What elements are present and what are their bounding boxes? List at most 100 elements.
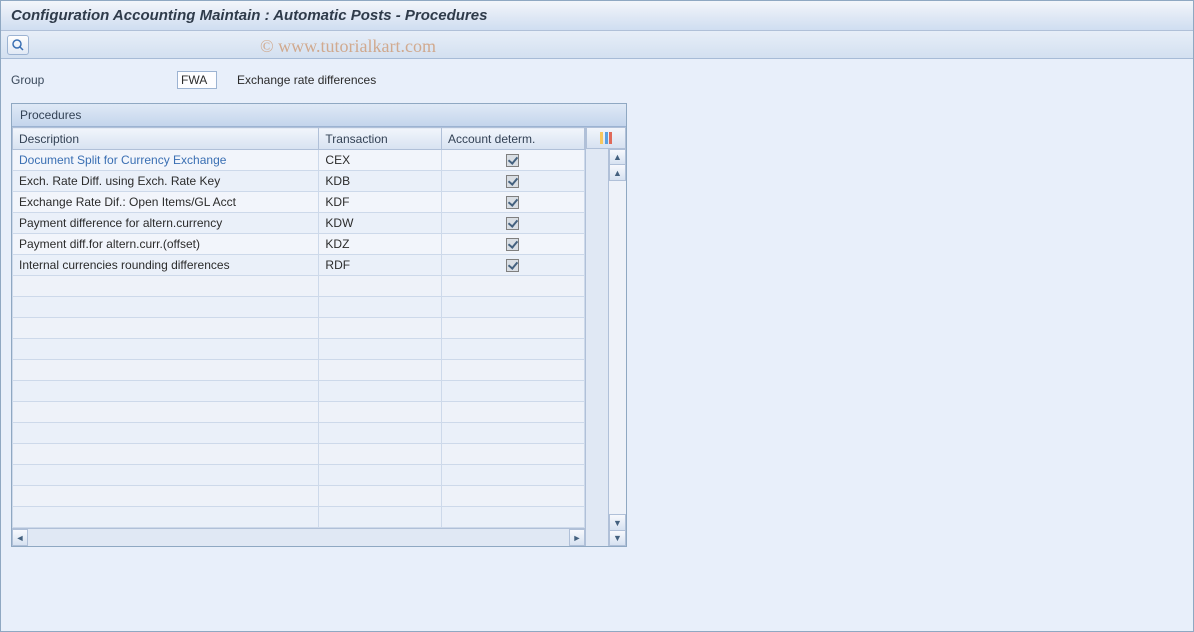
table-row[interactable] xyxy=(13,360,585,381)
table-row[interactable]: Payment difference for altern.currencyKD… xyxy=(13,213,585,234)
cell-account-determ[interactable] xyxy=(441,192,584,213)
table-row[interactable]: Exch. Rate Diff. using Exch. Rate KeyKDB xyxy=(13,171,585,192)
cell-account-determ[interactable] xyxy=(441,150,584,171)
procedures-table: Description Transaction Account determ. … xyxy=(12,127,585,528)
detail-view-button[interactable] xyxy=(7,35,29,55)
table-row[interactable]: Internal currencies rounding differences… xyxy=(13,255,585,276)
cell-empty xyxy=(441,360,584,381)
cell-empty xyxy=(13,402,319,423)
cell-transaction: KDF xyxy=(319,192,442,213)
cell-empty xyxy=(441,297,584,318)
cell-empty xyxy=(13,276,319,297)
cell-empty xyxy=(319,297,442,318)
cell-transaction: RDF xyxy=(319,255,442,276)
cell-account-determ[interactable] xyxy=(441,171,584,192)
vertical-scrollbar[interactable]: ▲ ▲ ▼ ▼ xyxy=(608,149,626,546)
cell-transaction: KDZ xyxy=(319,234,442,255)
table-row[interactable] xyxy=(13,465,585,486)
cell-empty xyxy=(13,423,319,444)
cell-empty xyxy=(319,276,442,297)
cell-empty xyxy=(319,318,442,339)
table-row[interactable]: Document Split for Currency ExchangeCEX xyxy=(13,150,585,171)
scroll-left-icon[interactable]: ◄ xyxy=(12,529,28,546)
cell-account-determ[interactable] xyxy=(441,213,584,234)
cell-empty xyxy=(319,360,442,381)
cell-description[interactable]: Payment diff.for altern.curr.(offset) xyxy=(13,234,319,255)
cell-description[interactable]: Exchange Rate Dif.: Open Items/GL Acct xyxy=(13,192,319,213)
cell-empty xyxy=(319,444,442,465)
cell-description[interactable]: Internal currencies rounding differences xyxy=(13,255,319,276)
cell-empty xyxy=(319,507,442,528)
cell-description[interactable]: Exch. Rate Diff. using Exch. Rate Key xyxy=(13,171,319,192)
cell-description[interactable]: Payment difference for altern.currency xyxy=(13,213,319,234)
cell-empty xyxy=(441,276,584,297)
table-settings-button[interactable] xyxy=(586,127,626,149)
checkbox-checked-icon[interactable] xyxy=(506,196,519,209)
horizontal-scrollbar[interactable]: ◄ ► xyxy=(12,528,585,546)
cell-empty xyxy=(441,339,584,360)
cell-empty xyxy=(441,423,584,444)
toolbar xyxy=(1,31,1193,59)
cell-transaction: CEX xyxy=(319,150,442,171)
checkbox-checked-icon[interactable] xyxy=(506,175,519,188)
scroll-right-icon[interactable]: ► xyxy=(569,529,585,546)
table-row[interactable] xyxy=(13,423,585,444)
cell-account-determ[interactable] xyxy=(441,255,584,276)
cell-empty xyxy=(13,465,319,486)
cell-empty xyxy=(441,486,584,507)
table-row[interactable] xyxy=(13,318,585,339)
cell-empty xyxy=(441,318,584,339)
cell-empty xyxy=(13,360,319,381)
checkbox-checked-icon[interactable] xyxy=(506,217,519,230)
cell-empty xyxy=(441,402,584,423)
table-row[interactable] xyxy=(13,507,585,528)
checkbox-checked-icon[interactable] xyxy=(506,259,519,272)
cell-empty xyxy=(319,486,442,507)
cell-empty xyxy=(13,486,319,507)
col-header-description[interactable]: Description xyxy=(13,128,319,150)
cell-empty xyxy=(441,465,584,486)
title-bar: Configuration Accounting Maintain : Auto… xyxy=(1,1,1193,31)
cell-empty xyxy=(13,381,319,402)
scroll-up2-icon[interactable]: ▲ xyxy=(609,165,626,181)
group-description: Exchange rate differences xyxy=(237,73,376,87)
cell-empty xyxy=(441,507,584,528)
table-settings-icon xyxy=(600,132,612,144)
table-row[interactable] xyxy=(13,339,585,360)
group-input[interactable] xyxy=(177,71,217,89)
cell-empty xyxy=(13,507,319,528)
cell-empty xyxy=(441,444,584,465)
table-row[interactable] xyxy=(13,297,585,318)
checkbox-checked-icon[interactable] xyxy=(506,238,519,251)
cell-transaction: KDB xyxy=(319,171,442,192)
panel-title: Procedures xyxy=(12,104,626,127)
cell-empty xyxy=(319,465,442,486)
group-row: Group Exchange rate differences xyxy=(1,59,1193,97)
procedures-panel: Procedures Description Transaction Accou… xyxy=(11,103,627,547)
cell-empty xyxy=(319,339,442,360)
cell-empty xyxy=(441,381,584,402)
scroll-down-icon[interactable]: ▼ xyxy=(609,530,626,546)
col-header-transaction[interactable]: Transaction xyxy=(319,128,442,150)
col-header-account-determ[interactable]: Account determ. xyxy=(441,128,584,150)
scroll-up-icon[interactable]: ▲ xyxy=(609,149,626,165)
cell-empty xyxy=(319,402,442,423)
cell-account-determ[interactable] xyxy=(441,234,584,255)
table-row[interactable] xyxy=(13,486,585,507)
table-row[interactable]: Payment diff.for altern.curr.(offset)KDZ xyxy=(13,234,585,255)
scroll-down2-icon[interactable]: ▼ xyxy=(609,514,626,530)
cell-empty xyxy=(13,339,319,360)
cell-empty xyxy=(319,423,442,444)
table-row[interactable] xyxy=(13,276,585,297)
cell-transaction: KDW xyxy=(319,213,442,234)
cell-empty xyxy=(13,444,319,465)
cell-empty xyxy=(13,297,319,318)
table-row[interactable] xyxy=(13,444,585,465)
table-row[interactable] xyxy=(13,381,585,402)
table-row[interactable] xyxy=(13,402,585,423)
cell-empty xyxy=(319,381,442,402)
cell-description[interactable]: Document Split for Currency Exchange xyxy=(13,150,319,171)
table-row[interactable]: Exchange Rate Dif.: Open Items/GL AcctKD… xyxy=(13,192,585,213)
page-title: Configuration Accounting Maintain : Auto… xyxy=(11,7,487,24)
checkbox-checked-icon[interactable] xyxy=(506,154,519,167)
